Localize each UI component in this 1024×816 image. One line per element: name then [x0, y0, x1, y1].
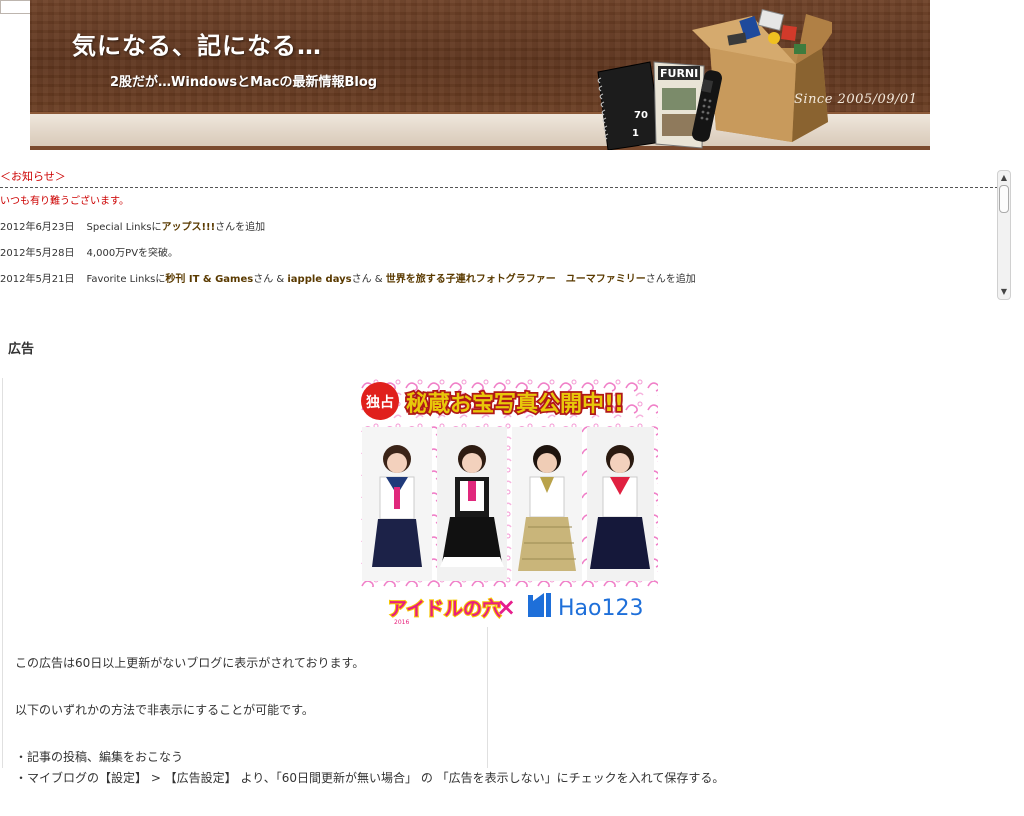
- notice-text: Favorite Linksに: [86, 274, 166, 285]
- svg-text:秘蔵お宝写真公開中!!: 秘蔵お宝写真公開中!!: [406, 391, 624, 417]
- notice-title: ＜お知らせ＞: [0, 170, 66, 183]
- svg-text:×: ×: [496, 593, 516, 621]
- svg-text:2016: 2016: [394, 619, 409, 626]
- notice-date: 2012年5月21日: [0, 274, 75, 285]
- notice-item: 2012年6月23日 Special Linksにアップス!!!さんを追加: [0, 221, 990, 234]
- notice-text: さん &: [351, 274, 386, 285]
- notice-date: 2012年5月28日: [0, 248, 75, 259]
- svg-text:アイドルの穴: アイドルの穴: [388, 597, 501, 620]
- svg-text:1: 1: [632, 128, 639, 139]
- idol-photo-2: [437, 427, 507, 581]
- svg-text:70: 70: [634, 110, 648, 121]
- site-subtitle: 2股だが…WindowsとMacの最新情報Blog: [110, 75, 378, 90]
- notice-link-iapple-days[interactable]: iapple days: [287, 274, 351, 285]
- notice-divider: [0, 187, 998, 188]
- ad-text-3: ・記事の投稿、編集をおこなう: [15, 750, 184, 764]
- notice-text: 4,000万PVを突破。: [86, 248, 179, 259]
- site-header-banner[interactable]: 気になる、記になる… 2股だが…WindowsとMacの最新情報Blog 70 …: [30, 0, 930, 150]
- scroll-up-arrow-icon[interactable]: ▲: [998, 172, 1010, 184]
- notice-item: 2012年5月28日 4,000万PVを突破。: [0, 247, 990, 260]
- svg-text:Hao123: Hao123: [558, 596, 643, 621]
- since-date: Since 2005/09/01: [794, 92, 918, 107]
- scroll-down-arrow-icon[interactable]: ▼: [998, 286, 1010, 298]
- svg-text:FURNI: FURNI: [660, 67, 698, 80]
- notice-date: 2012年6月23日: [0, 222, 75, 233]
- ad-text-4: ・マイブログの【設定】 > 【広告設定】 より、「60日間更新が無い場合」 の …: [15, 771, 725, 785]
- ad-text-1: この広告は60日以上更新がないブログに表示がされております。: [15, 656, 365, 670]
- notice-text: さん &: [253, 274, 288, 285]
- notice-link-byokan[interactable]: 秒刊 IT & Games: [165, 274, 253, 285]
- notice-link-yuma-family[interactable]: 世界を旅する子連れフォトグラファー ユーマファミリー: [386, 274, 646, 285]
- notice-item: 2012年5月21日 Favorite Linksに秒刊 IT & Gamesさん…: [0, 273, 990, 286]
- notice-list: いつも有り難うございます。 2012年6月23日 Special Linksにアッ…: [0, 195, 990, 299]
- notice-text: さんを追加: [215, 222, 266, 233]
- notice-text: Special Linksに: [86, 222, 162, 233]
- idol-photo-3: [512, 427, 582, 581]
- svg-text:独占: 独占: [366, 394, 394, 411]
- idol-photo-4: [587, 427, 654, 581]
- ad-heading: 広告: [8, 342, 35, 357]
- notice-scrollbar[interactable]: ▲ ▼: [997, 170, 1011, 300]
- notice-thanks: いつも有り難うございます。: [0, 196, 129, 207]
- notebook-icon: 70 1: [597, 61, 663, 150]
- notice-text: さんを追加: [645, 274, 696, 285]
- ad-explanation: この広告は60日以上更新がないブログに表示がされております。 以下のいずれかの方…: [15, 654, 815, 816]
- header-gadgets-illustration: 70 1 FURNI: [597, 8, 832, 150]
- idol-photo-1: [362, 427, 432, 581]
- notice-link-apps[interactable]: アップス!!!: [161, 222, 215, 233]
- scroll-thumb[interactable]: [999, 185, 1009, 213]
- ad-banner[interactable]: 独占 秘蔵お宝写真公開中!! アイドルの穴 2016 × Hao123: [358, 377, 658, 627]
- ad-text-2: 以下のいずれかの方法で非表示にすることが可能です。: [15, 703, 314, 717]
- site-title[interactable]: 気になる、記になる…: [72, 26, 322, 61]
